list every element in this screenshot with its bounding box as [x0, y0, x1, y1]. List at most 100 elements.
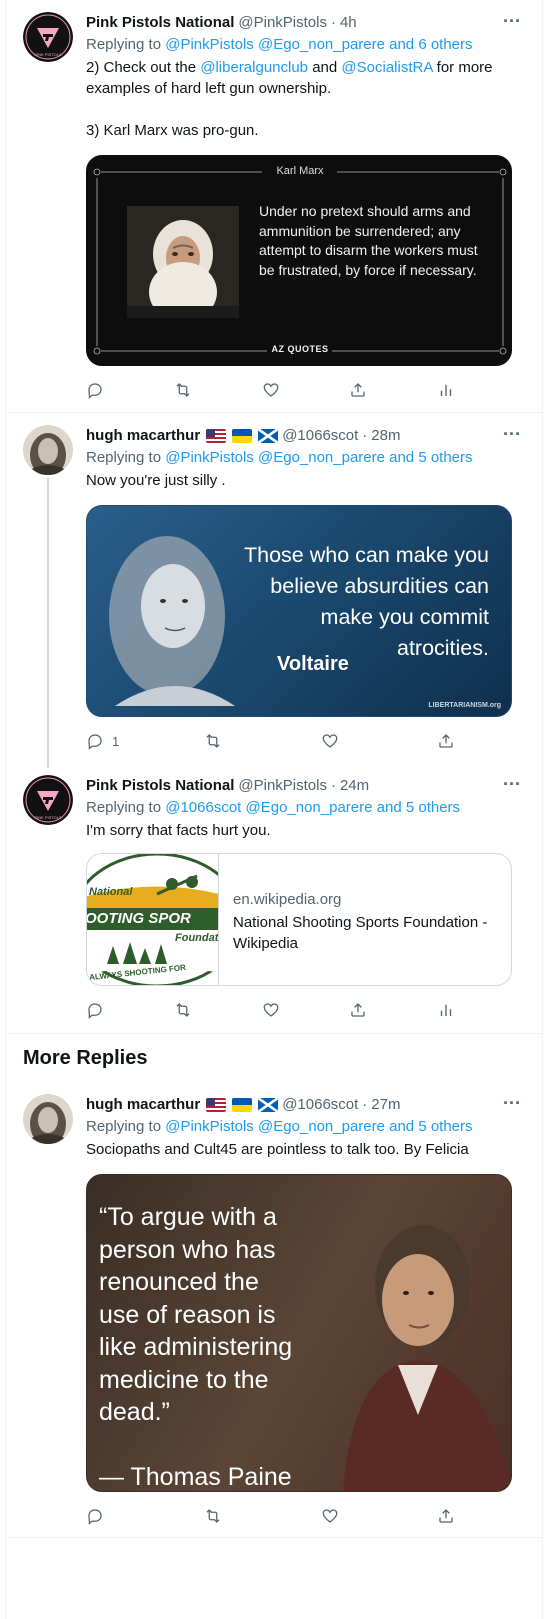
display-name[interactable]: hugh macarthur [86, 1094, 200, 1116]
nssf-logo-word-mid: OOTING SPOR [87, 910, 191, 927]
more-options-icon[interactable]: ··· [500, 425, 524, 447]
heart-icon [322, 734, 338, 748]
tweet-pinkpistols-4h[interactable]: PINK PISTOLS Pink Pistols National @Pink… [6, 0, 542, 412]
replying-to-mentions[interactable]: @PinkPistols @Ego_non_parere and 5 other… [165, 449, 472, 466]
paine-quote-line: use of reason is [99, 1300, 276, 1329]
avatar-1066scot[interactable] [23, 1094, 73, 1144]
reply-button[interactable] [86, 1000, 104, 1020]
marx-portrait [127, 206, 239, 318]
heart-icon [263, 1003, 279, 1017]
display-name[interactable]: Pink Pistols National [86, 12, 234, 34]
paine-quote-line: renounced the [99, 1268, 259, 1296]
analytics-icon [440, 1004, 452, 1016]
mention-socialistra[interactable]: @SocialistRA [341, 59, 432, 76]
avatar-1066scot[interactable] [23, 425, 73, 475]
user-handle[interactable]: @PinkPistols [238, 12, 327, 34]
libertarianism-watermark: LIBERTARIANISM.org [428, 702, 501, 709]
like-button[interactable] [321, 731, 339, 751]
share-icon [439, 1509, 453, 1523]
tweet-text: Sociopaths and Cult45 are pointless to t… [86, 1141, 469, 1158]
user-handle[interactable]: @1066scot [282, 425, 358, 447]
nssf-logo-word-top: National [89, 886, 133, 898]
azquotes-watermark: AZ QUOTES [271, 344, 329, 354]
tweet-header: hugh macarthur @1066scot · 28m [86, 425, 400, 447]
display-name[interactable]: hugh macarthur [86, 425, 200, 447]
tweet-pinkpistols-24m[interactable]: PINK PISTOLS Pink Pistols National @Pink… [6, 763, 542, 1033]
tweet-divider [6, 1033, 542, 1034]
tweet-image-marx-quote[interactable]: Karl Marx Under no pretext should arms a… [86, 155, 512, 366]
timestamp[interactable]: 4h [340, 12, 357, 34]
replying-to-mentions[interactable]: @PinkPistols @Ego_non_parere and 5 other… [165, 1118, 472, 1135]
voltaire-author: Voltaire [277, 653, 349, 675]
replying-to: Replying to @PinkPistols @Ego_non_parere… [86, 1116, 473, 1138]
retweet-button[interactable] [204, 1506, 222, 1526]
tweet-header: Pink Pistols National @PinkPistols · 24m [86, 775, 369, 797]
timestamp[interactable]: 27m [371, 1094, 400, 1116]
share-button[interactable] [437, 1506, 455, 1526]
display-name[interactable]: Pink Pistols National [86, 775, 234, 797]
separator-dot: · [330, 777, 336, 794]
reply-count: 1 [112, 733, 120, 749]
separator-dot: · [362, 1096, 368, 1113]
reply-icon [88, 1003, 102, 1019]
replying-to-label: Replying to [86, 449, 166, 466]
voltaire-portrait-icon [109, 536, 235, 706]
link-preview-card[interactable]: National OOTING SPOR Foundatio ALWAYS SH… [86, 853, 512, 986]
retweet-icon [206, 734, 220, 748]
retweet-button[interactable] [174, 1000, 192, 1020]
timestamp[interactable]: 24m [340, 775, 369, 797]
avatar-pinkpistols[interactable]: PINK PISTOLS [23, 12, 73, 62]
timestamp[interactable]: 28m [371, 425, 400, 447]
reply-button[interactable] [86, 1506, 104, 1526]
share-button[interactable] [437, 731, 455, 751]
separator-dot: · [362, 427, 368, 444]
tweet-header: hugh macarthur @1066scot · 27m [86, 1094, 400, 1116]
replying-to-mentions[interactable]: @PinkPistols @Ego_non_parere and 6 other… [165, 36, 472, 53]
retweet-button[interactable] [174, 380, 192, 400]
link-title: National Shooting Sports Foundation - Wi… [233, 914, 488, 952]
tweet-text: 2) Check out the @liberalgunclub and @So… [86, 57, 526, 141]
share-button[interactable] [349, 380, 367, 400]
engraved-portrait-icon [23, 1094, 73, 1144]
reply-icon [88, 1509, 102, 1525]
user-handle[interactable]: @1066scot [282, 1094, 358, 1116]
tweet-1066scot-28m[interactable]: hugh macarthur @1066scot · 28m ··· Reply… [6, 413, 542, 763]
like-button[interactable] [262, 1000, 280, 1020]
heart-icon [322, 1509, 338, 1523]
share-button[interactable] [349, 1000, 367, 1020]
like-button[interactable] [321, 1506, 339, 1526]
tweet-image-voltaire-quote[interactable]: Those who can make you believe absurditi… [86, 505, 512, 717]
replying-to-label: Replying to [86, 799, 166, 816]
replying-to-label: Replying to [86, 1118, 166, 1135]
us-flag-icon [206, 1098, 227, 1112]
like-button[interactable] [262, 380, 280, 400]
retweet-button[interactable] [204, 731, 222, 751]
tweet-paragraph-2: 3) Karl Marx was pro-gun. [86, 122, 259, 139]
replying-to: Replying to @1066scot @Ego_non_parere an… [86, 797, 460, 819]
share-icon [351, 383, 365, 397]
more-options-icon[interactable]: ··· [500, 12, 524, 34]
more-options-icon[interactable]: ··· [500, 1094, 524, 1116]
text-span: and [308, 59, 342, 76]
replying-to: Replying to @PinkPistols @Ego_non_parere… [86, 34, 473, 56]
replying-to-label: Replying to [86, 36, 166, 53]
pink-pistols-logo-icon: PINK PISTOLS [23, 775, 73, 825]
tweet-divider [6, 1537, 542, 1538]
reply-button[interactable] [86, 380, 104, 400]
mention-liberalgunclub[interactable]: @liberalgunclub [200, 59, 308, 76]
user-handle[interactable]: @PinkPistols [238, 775, 327, 797]
reply-icon [88, 383, 102, 399]
replying-to-mentions[interactable]: @1066scot @Ego_non_parere and 5 others [165, 799, 460, 816]
more-options-icon[interactable]: ··· [500, 775, 524, 797]
reply-button[interactable]: 1 [86, 731, 119, 751]
tweet-image-paine-quote[interactable]: “To argue with a person who has renounce… [86, 1174, 512, 1492]
svg-text:PINK PISTOLS: PINK PISTOLS [34, 52, 62, 57]
tweet-text: I'm sorry that facts hurt you. [86, 822, 271, 839]
tweet-1066scot-27m[interactable]: hugh macarthur @1066scot · 27m ··· Reply… [6, 1082, 542, 1537]
analytics-button[interactable] [437, 1000, 455, 1020]
avatar-pinkpistols[interactable]: PINK PISTOLS [23, 775, 73, 825]
analytics-button[interactable] [437, 380, 455, 400]
text-span: 2) Check out the [86, 59, 201, 76]
share-icon [439, 734, 453, 748]
thomas-paine-portrait-icon [343, 1225, 511, 1491]
